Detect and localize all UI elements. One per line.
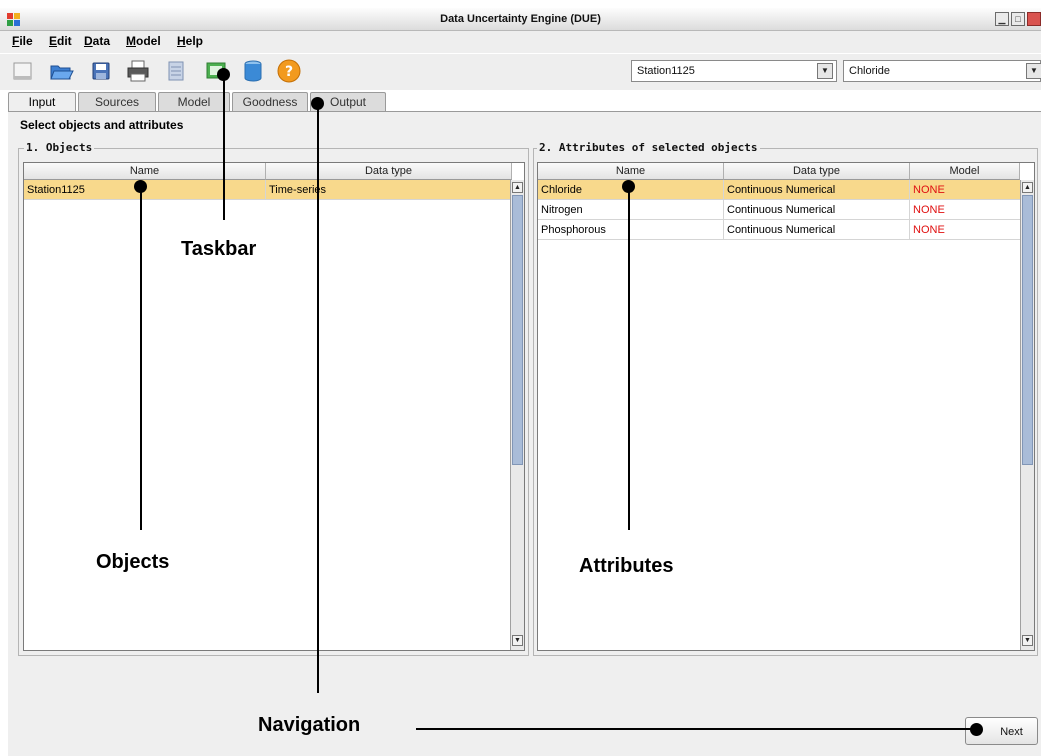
table-row[interactable]: Station1125 Time-series — [24, 180, 512, 200]
close-icon[interactable] — [1027, 12, 1041, 26]
cylinder-database-icon[interactable] — [240, 58, 266, 84]
chevron-down-icon[interactable]: ▼ — [817, 63, 833, 79]
help-icon[interactable]: ? — [276, 58, 302, 84]
menu-file[interactable]: File — [12, 34, 33, 48]
print-icon[interactable] — [125, 58, 151, 84]
objects-group-title: 1. Objects — [24, 141, 95, 154]
save-disk-icon[interactable] — [88, 58, 114, 84]
column-header-data-type[interactable]: Data type — [724, 163, 910, 180]
taskbar-annotation: Taskbar — [181, 238, 257, 260]
database-icon[interactable] — [163, 58, 189, 84]
attributes-pointer-dot — [622, 180, 635, 193]
navigation-pointer-line — [317, 104, 319, 693]
navigation-annotation: Navigation — [258, 714, 361, 736]
attributes-group-title: 2. Attributes of selected objects — [537, 141, 760, 154]
chevron-down-icon[interactable]: ▼ — [1026, 63, 1041, 79]
minimize-icon[interactable]: ▁ — [995, 12, 1009, 26]
maximize-icon[interactable]: □ — [1011, 12, 1025, 26]
menu-help[interactable]: Help — [177, 34, 203, 48]
objects-pointer-line — [140, 187, 142, 530]
menu-edit[interactable]: Edit — [49, 34, 72, 48]
objects-annotation: Objects — [96, 551, 170, 573]
panel-heading: Select objects and attributes — [20, 118, 184, 132]
objects-scrollbar[interactable]: ▲ ▼ — [510, 180, 524, 650]
tab-input[interactable]: Input — [8, 92, 76, 113]
title-bar: Data Uncertainty Engine (DUE) ▁ □ — [0, 8, 1041, 31]
svg-text:?: ? — [285, 64, 293, 80]
table-row[interactable]: Nitrogen Continuous Numerical NONE — [538, 200, 1020, 220]
scroll-up-icon[interactable]: ▲ — [1022, 182, 1033, 193]
scroll-up-icon[interactable]: ▲ — [512, 182, 523, 193]
object-select[interactable]: Station1125 ▼ — [631, 60, 837, 82]
taskbar-pointer-line — [223, 74, 225, 220]
window-title: Data Uncertainty Engine (DUE) — [440, 13, 601, 25]
attribute-name-cell: Nitrogen — [538, 200, 724, 220]
column-header-name[interactable]: Name — [538, 163, 724, 180]
objects-pointer-dot — [134, 180, 147, 193]
tab-strip: Input Sources Model Goodness Output — [8, 92, 1041, 113]
tab-sources[interactable]: Sources — [78, 92, 156, 112]
scroll-thumb[interactable] — [1022, 195, 1033, 465]
attribute-type-cell: Continuous Numerical — [724, 180, 910, 200]
attributes-annotation: Attributes — [579, 555, 674, 577]
attribute-type-cell: Continuous Numerical — [724, 220, 910, 240]
open-folder-icon[interactable] — [48, 58, 74, 84]
tab-goodness[interactable]: Goodness — [232, 92, 308, 112]
navigation-arrow-dot — [970, 723, 983, 736]
attributes-pointer-line — [628, 187, 630, 530]
table-row[interactable]: Chloride Continuous Numerical NONE — [538, 180, 1020, 200]
column-header-model[interactable]: Model — [910, 163, 1020, 180]
attributes-scrollbar[interactable]: ▲ ▼ — [1020, 180, 1034, 650]
objects-table: Name Data type Station1125 Time-series ▲… — [23, 162, 525, 651]
table-row[interactable]: Phosphorous Continuous Numerical NONE — [538, 220, 1020, 240]
new-file-icon[interactable] — [10, 58, 36, 84]
menu-model[interactable]: Model — [126, 34, 161, 48]
attribute-model-cell: NONE — [913, 204, 945, 216]
attribute-model-cell: NONE — [913, 224, 945, 236]
scroll-thumb[interactable] — [512, 195, 523, 465]
column-header-data-type[interactable]: Data type — [266, 163, 512, 180]
attribute-model-cell: NONE — [913, 184, 945, 196]
menu-bar: File Edit Data Model Help — [0, 31, 1041, 53]
attribute-name-cell: Phosphorous — [538, 220, 724, 240]
navigation-pointer-dot — [311, 97, 324, 110]
column-header-name[interactable]: Name — [24, 163, 266, 180]
taskbar-pointer-dot — [217, 68, 230, 81]
navigation-arrow-line — [416, 728, 976, 730]
menu-data[interactable]: Data — [84, 34, 110, 48]
tab-model[interactable]: Model — [158, 92, 230, 112]
attribute-type-cell: Continuous Numerical — [724, 200, 910, 220]
scroll-down-icon[interactable]: ▼ — [512, 635, 523, 646]
attribute-select[interactable]: Chloride ▼ — [843, 60, 1041, 82]
scroll-down-icon[interactable]: ▼ — [1022, 635, 1033, 646]
object-type-cell: Time-series — [269, 184, 327, 196]
